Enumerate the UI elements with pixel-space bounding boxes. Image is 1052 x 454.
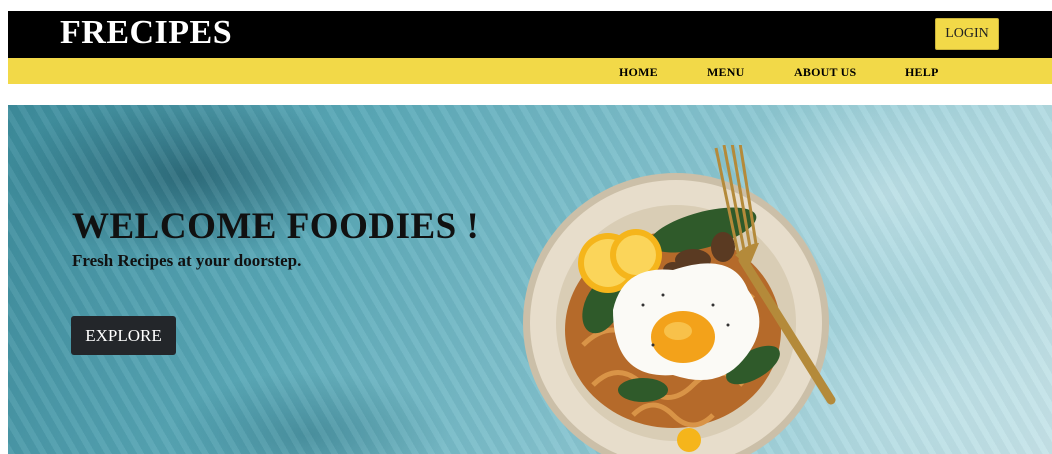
nav-item-home[interactable]: HOME bbox=[619, 65, 658, 80]
nav-item-help[interactable]: HELP bbox=[905, 65, 938, 80]
food-plate-image bbox=[523, 145, 836, 454]
hero-subtitle: Fresh Recipes at your doorstep. bbox=[72, 251, 302, 270]
top-bar: FRECIPES LOGIN bbox=[8, 11, 1052, 58]
hero-title: WELCOME FOODIES ! bbox=[72, 206, 480, 247]
login-button[interactable]: LOGIN bbox=[935, 18, 999, 50]
brand-logo[interactable]: FRECIPES bbox=[60, 14, 232, 52]
nav-item-menu[interactable]: MENU bbox=[707, 65, 744, 80]
hero-banner: WELCOME FOODIES ! Fresh Recipes at your … bbox=[8, 105, 1052, 454]
fried-egg bbox=[613, 263, 760, 380]
nav-item-about-us[interactable]: ABOUT US bbox=[794, 65, 856, 80]
nav-bar: HOME MENU ABOUT US HELP bbox=[8, 58, 1052, 84]
explore-button[interactable]: EXPLORE bbox=[71, 316, 176, 355]
